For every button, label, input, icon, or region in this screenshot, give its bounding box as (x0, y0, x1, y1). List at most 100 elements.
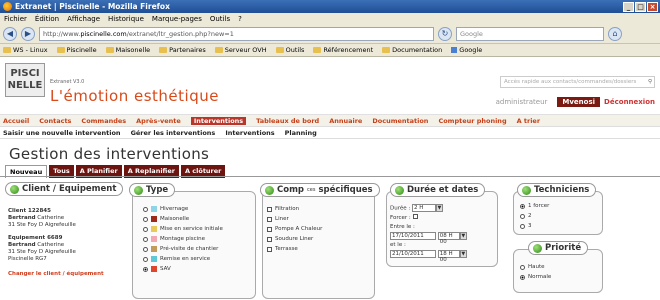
radio-tech-1[interactable] (520, 203, 525, 209)
type-option-hivernage[interactable]: Hivernage (143, 204, 223, 214)
bookmark-referencement[interactable]: Référencement (313, 46, 373, 54)
radio-haute[interactable] (520, 264, 525, 270)
logout-link[interactable]: Déconnexion (604, 98, 655, 106)
type-option-maisonelle[interactable]: Maisonelle (143, 214, 223, 224)
option-label: Montage piscine (160, 236, 206, 242)
comp-option-soudure[interactable]: Soudure Liner (267, 234, 322, 244)
change-client-link[interactable]: Changer le client / équipement (8, 271, 104, 278)
radio-normale[interactable] (520, 274, 525, 280)
menu-interventions[interactable]: Interventions (190, 116, 247, 125)
menu-commandes[interactable]: Commandes (81, 117, 126, 125)
priority-option-normale[interactable]: Normale (520, 272, 551, 282)
bookmark-serveur-ovh[interactable]: Serveur OVH (214, 46, 267, 54)
menu-edition[interactable]: Édition (35, 15, 59, 23)
checkbox-soudure[interactable] (267, 236, 272, 242)
checkbox-terrasse[interactable] (267, 246, 272, 252)
quick-search-input[interactable]: Accès rapide aux contacts/commandes/doss… (500, 76, 655, 88)
radio-montage-piscine[interactable] (143, 236, 148, 242)
close-button[interactable]: × (647, 1, 658, 12)
minimize-button[interactable]: _ (623, 1, 634, 12)
forcer-checkbox[interactable] (412, 213, 418, 219)
bookmark-google[interactable]: Google (451, 46, 482, 54)
radio-hivernage[interactable] (143, 206, 148, 212)
forward-button[interactable]: ▶ (21, 27, 35, 41)
menu-fichier[interactable]: Fichier (4, 15, 27, 23)
tech-option-1[interactable]: 1 forcer (520, 201, 549, 211)
type-option-montage-piscine[interactable]: Montage piscine (143, 234, 223, 244)
submenu-manage[interactable]: Gérer les interventions (131, 129, 216, 137)
duree-select[interactable]: 2 H (411, 204, 436, 212)
submenu-new-intervention[interactable]: Saisir une nouvelle intervention (3, 129, 121, 137)
radio-pre-visite[interactable] (143, 246, 148, 252)
comp-option-liner[interactable]: Liner (267, 214, 322, 224)
menu-contacts[interactable]: Contacts (39, 117, 71, 125)
radio-maisonelle[interactable] (143, 216, 148, 222)
url-bar[interactable]: http://www. piscinelle.com/extranet/ltr_g… (39, 27, 434, 41)
search-icon[interactable]: ⚲ (648, 77, 654, 87)
menu-documentation[interactable]: Documentation (372, 117, 428, 125)
priority-option-haute[interactable]: Haute (520, 262, 551, 272)
type-option-sav[interactable]: SAV (143, 264, 223, 274)
window-title: Extranet | Piscinelle - Mozilla Firefox (15, 2, 170, 11)
menu-compteur-phoning[interactable]: Compteur phoning (438, 117, 506, 125)
bookmark-outils[interactable]: Outils (275, 46, 304, 54)
chevron-down-icon[interactable]: ▼ (435, 204, 443, 212)
color-swatch-icon (151, 236, 157, 242)
comp-option-filtration[interactable]: Filtration (267, 204, 322, 214)
bookmark-partenaires[interactable]: Partenaires (159, 46, 206, 54)
user-badge[interactable]: Mvenosi (557, 97, 601, 107)
bookmark-ws-linux[interactable]: WS - Linux (3, 46, 48, 54)
client-id-label: Client 122845 (8, 208, 51, 214)
home-button[interactable]: ⌂ (608, 27, 622, 41)
maximize-button[interactable]: □ (635, 1, 646, 12)
option-label: SAV (160, 266, 171, 272)
type-option-mise-en-service[interactable]: Mise en service initiale (143, 224, 223, 234)
bookmark-piscinelle[interactable]: Piscinelle (56, 46, 97, 54)
bookmark-maisonelle[interactable]: Maisonelle (105, 46, 150, 54)
type-options: Hivernage Maisonelle Mise en service ini… (143, 204, 223, 274)
menu-historique[interactable]: Historique (108, 15, 144, 23)
menu-outils[interactable]: Outils (210, 15, 230, 23)
radio-sav[interactable] (143, 266, 148, 272)
date1-input[interactable]: 17/10/2011 (390, 231, 436, 240)
menu-tableaux-de-bord[interactable]: Tableaux de bord (256, 117, 319, 125)
comp-option-pompe[interactable]: Pompe A Chaleur (267, 224, 322, 234)
submenu-interventions[interactable]: Interventions (225, 129, 274, 137)
menu-affichage[interactable]: Affichage (67, 15, 100, 23)
radio-mise-en-service[interactable] (143, 226, 148, 232)
chevron-down-icon[interactable]: ▼ (459, 250, 467, 258)
type-option-pre-visite[interactable]: Pré-visite de chantier (143, 244, 223, 254)
bookmark-label: Piscinelle (66, 46, 97, 54)
bookmark-documentation[interactable]: Documentation (382, 46, 442, 54)
radio-tech-2[interactable] (520, 213, 525, 219)
checkbox-pompe[interactable] (267, 226, 272, 232)
comp-option-terrasse[interactable]: Terrasse (267, 244, 322, 254)
tech-option-3[interactable]: 3 (520, 221, 549, 231)
radio-tech-3[interactable] (520, 223, 525, 229)
piscinelle-logo[interactable]: PISCI NELLE (5, 63, 45, 97)
menu-help[interactable]: ? (238, 15, 242, 23)
checkbox-filtration[interactable] (267, 206, 272, 212)
slogan: L'émotion esthétique (50, 87, 219, 105)
chevron-down-icon[interactable]: ▼ (459, 231, 467, 240)
date2-input[interactable]: 21/10/2011 (390, 250, 436, 258)
reload-button[interactable]: ↻ (438, 27, 452, 41)
time1-select[interactable]: 08 H 00 (437, 231, 460, 245)
back-button[interactable]: ◀ (3, 27, 17, 41)
tech-option-2[interactable]: 2 (520, 211, 549, 221)
folder-icon (3, 47, 11, 53)
radio-remise-en-service[interactable] (143, 256, 148, 262)
checkbox-liner[interactable] (267, 216, 272, 222)
color-swatch-icon (151, 226, 157, 232)
menu-accueil[interactable]: Accueil (3, 117, 29, 125)
submenu-planning[interactable]: Planning (285, 129, 317, 137)
status-dot-icon (522, 185, 531, 195)
menu-marque-pages[interactable]: Marque-pages (152, 15, 202, 23)
search-input[interactable]: Google (456, 27, 604, 41)
menu-annuaire[interactable]: Annuaire (329, 117, 362, 125)
option-label: Terrasse (275, 246, 298, 252)
type-option-remise-en-service[interactable]: Remise en service (143, 254, 223, 264)
menu-apres-vente[interactable]: Après-vente (136, 117, 181, 125)
time2-select[interactable]: 18 H 00 (437, 250, 460, 263)
menu-a-trier[interactable]: A trier (517, 117, 540, 125)
